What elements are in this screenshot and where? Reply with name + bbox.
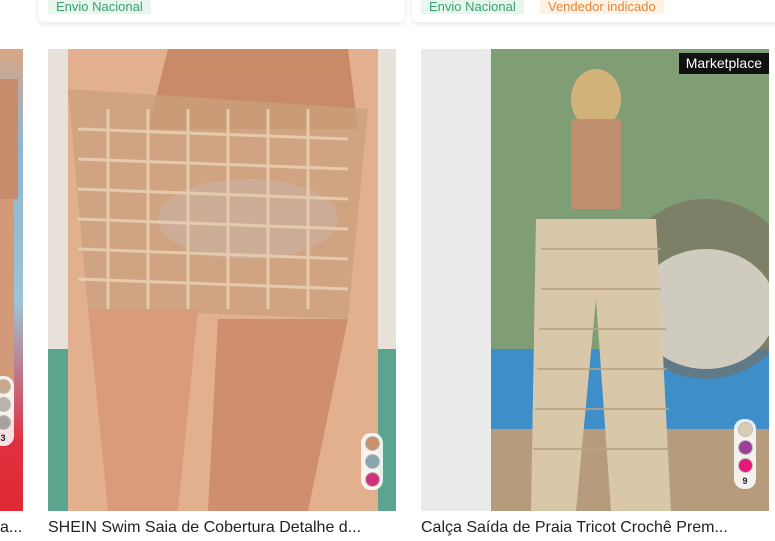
top-card-right[interactable]: Envio Nacional Vendedor indicado (412, 0, 775, 22)
color-swatch[interactable] (0, 397, 11, 412)
product-photo (48, 49, 396, 511)
product-title[interactable]: SHEIN Swim Saia de Cobertura Detalhe d..… (48, 519, 396, 537)
marketplace-badge: Marketplace (678, 53, 769, 74)
color-swatch[interactable] (0, 379, 11, 394)
product-card[interactable]: 3 a... (0, 49, 23, 536)
seller-tag: Vendedor indicado (540, 0, 664, 14)
product-card[interactable]: SHEIN Swim Saia de Cobertura Detalhe d..… (48, 49, 396, 536)
color-swatches[interactable]: 3 (0, 376, 14, 446)
color-swatches[interactable] (361, 433, 383, 490)
color-swatch[interactable] (364, 436, 380, 451)
product-image[interactable] (421, 49, 769, 511)
color-swatch[interactable] (364, 454, 380, 469)
swatch-count: 9 (742, 476, 748, 486)
top-card-left[interactable]: Envio Nacional (38, 0, 405, 22)
swatch-count: 3 (0, 433, 6, 443)
shipping-tag: Envio Nacional (48, 0, 151, 14)
product-card[interactable]: Marketplace 9 Calça Saída de Praia Trico… (421, 49, 769, 536)
color-swatch[interactable] (0, 415, 11, 430)
color-swatch[interactable] (737, 422, 753, 437)
product-image[interactable] (48, 49, 396, 511)
shipping-tag: Envio Nacional (421, 0, 524, 14)
color-swatch[interactable] (364, 472, 380, 487)
color-swatch[interactable] (737, 440, 753, 455)
product-title[interactable]: Calça Saída de Praia Tricot Crochê Prem.… (421, 519, 769, 537)
product-title[interactable]: a... (0, 519, 23, 537)
color-swatch[interactable] (737, 458, 753, 473)
product-photo (421, 49, 769, 511)
color-swatches[interactable]: 9 (734, 419, 756, 489)
